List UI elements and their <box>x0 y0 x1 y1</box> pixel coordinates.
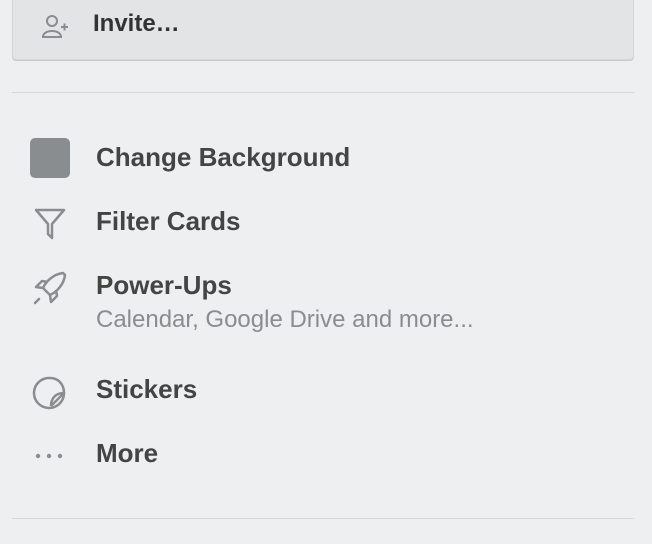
menu-item-label: Filter Cards <box>96 206 241 236</box>
menu-item-filter-cards[interactable]: Filter Cards <box>12 204 634 244</box>
invite-label: Invite… <box>93 10 180 37</box>
menu-item-change-background[interactable]: Change Background <box>12 138 634 180</box>
menu-item-subtitle: Calendar, Google Drive and more... <box>96 306 474 333</box>
background-color-swatch <box>30 138 70 178</box>
rocket-icon <box>33 271 67 305</box>
menu-item-label: Stickers <box>96 374 198 404</box>
invite-button[interactable]: Invite… <box>12 0 634 60</box>
top-divider <box>12 92 634 93</box>
menu-item-power-ups[interactable]: Power-Ups Calendar, Google Drive and mor… <box>12 268 634 348</box>
menu-item-label: More <box>96 438 159 468</box>
menu-item-stickers[interactable]: Stickers <box>12 372 634 412</box>
sticker-icon <box>32 376 66 410</box>
background-swatch-icon <box>30 138 70 178</box>
menu-item-label: Power-Ups <box>96 270 232 300</box>
ellipsis-icon <box>35 453 63 459</box>
menu-item-more[interactable]: More <box>12 436 634 476</box>
add-member-icon <box>41 15 68 38</box>
menu-item-label: Change Background <box>96 142 351 172</box>
filter-icon <box>34 208 66 240</box>
bottom-divider <box>12 518 634 519</box>
